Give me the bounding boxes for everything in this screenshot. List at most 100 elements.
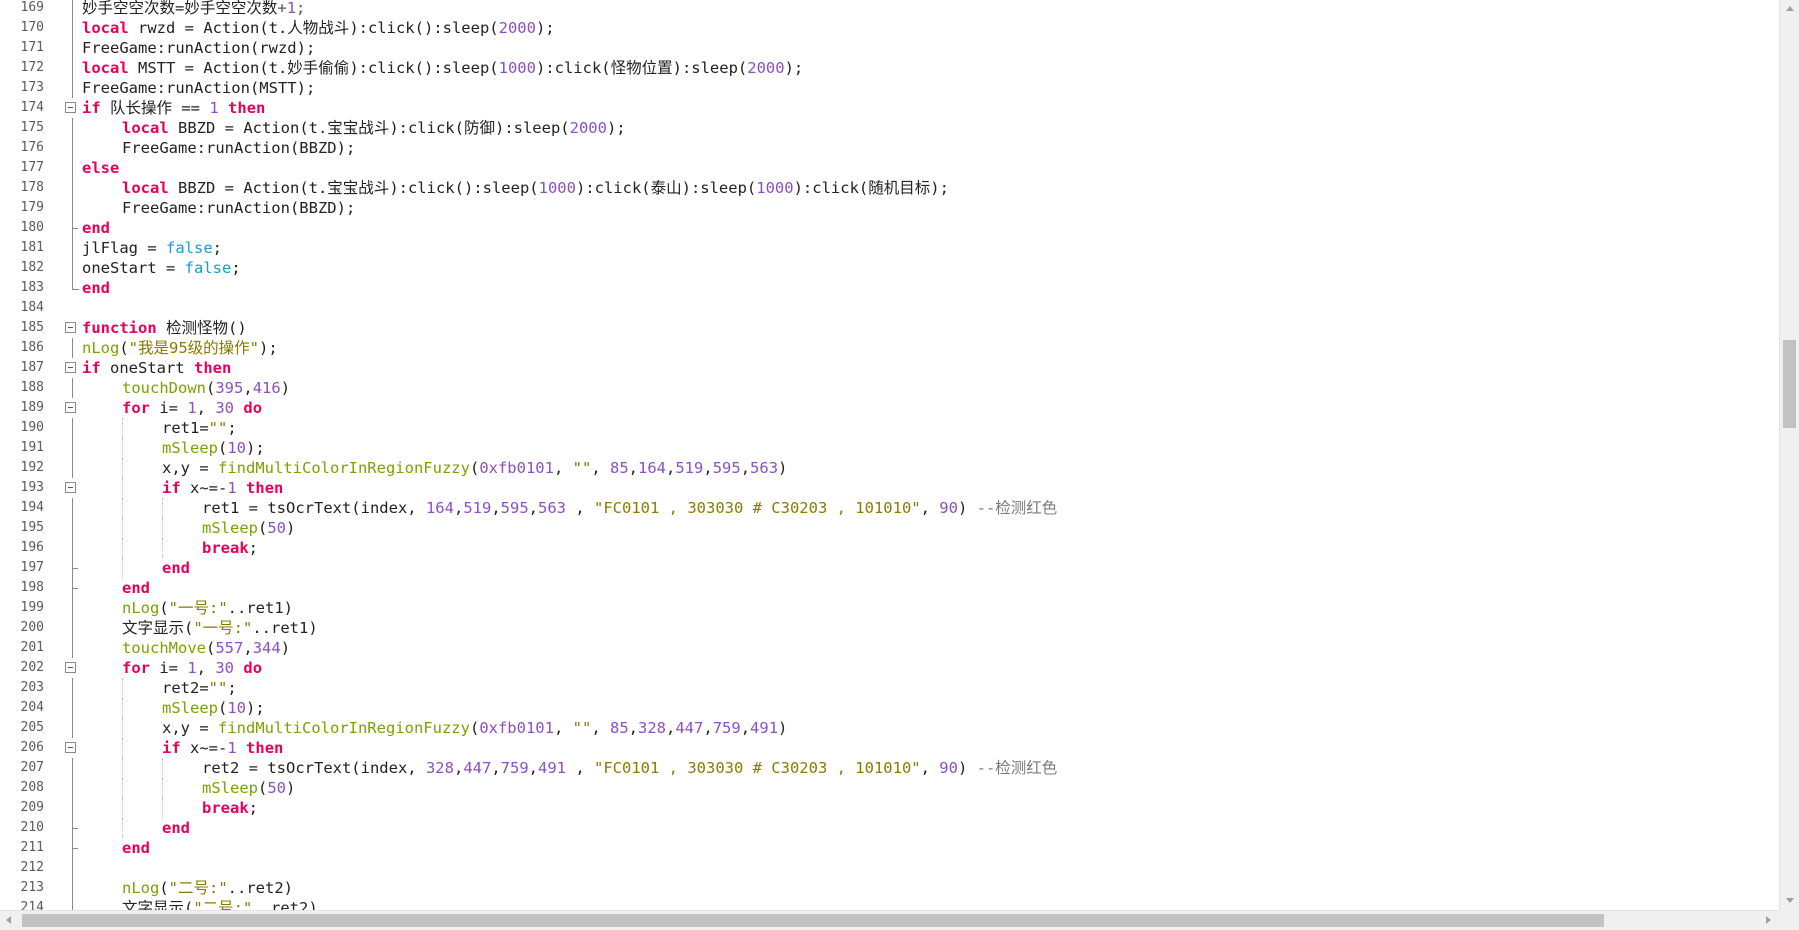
code-line[interactable]: 200 文字显示("一号:"..ret1) <box>0 618 1779 638</box>
code-line[interactable]: 196 break; <box>0 538 1779 558</box>
code-text[interactable]: touchMove(557,344) <box>122 638 290 658</box>
code-line[interactable]: 187 if oneStart then <box>0 358 1779 378</box>
code-line[interactable]: 211 end <box>0 838 1779 858</box>
code-text[interactable]: 文字显示("二号:"..ret2) <box>122 898 318 910</box>
code-text[interactable]: nLog("我是95级的操作"); <box>82 338 278 358</box>
code-line[interactable]: 206 if x~=-1 then <box>0 738 1779 758</box>
arrow-down-icon[interactable] <box>1786 898 1794 903</box>
code-line[interactable]: 179 FreeGame:runAction(BBZD); <box>0 198 1779 218</box>
code-text[interactable]: 文字显示("一号:"..ret1) <box>122 618 318 638</box>
arrow-up-icon[interactable] <box>1786 6 1794 11</box>
code-line[interactable]: 180 end <box>0 218 1779 238</box>
code-text[interactable]: x,y = findMultiColorInRegionFuzzy(0xfb01… <box>162 718 787 738</box>
code-line[interactable]: 208 mSleep(50) <box>0 778 1779 798</box>
code-line[interactable]: 183 end <box>0 278 1779 298</box>
code-line[interactable]: 182 oneStart = false; <box>0 258 1779 278</box>
code-line[interactable]: 188 touchDown(395,416) <box>0 378 1779 398</box>
code-line[interactable]: 207 ret2 = tsOcrText(index, 328,447,759,4… <box>0 758 1779 778</box>
code-text[interactable]: FreeGame:runAction(rwzd); <box>82 38 315 58</box>
code-text[interactable]: touchDown(395,416) <box>122 378 290 398</box>
code-line[interactable]: 203 ret2=""; <box>0 678 1779 698</box>
code-line[interactable]: 193 if x~=-1 then <box>0 478 1779 498</box>
code-line[interactable]: 195 mSleep(50) <box>0 518 1779 538</box>
code-text[interactable]: nLog("二号:"..ret2) <box>122 878 293 898</box>
code-text[interactable]: end <box>82 218 110 238</box>
code-text[interactable]: local rwzd = Action(t.人物战斗):click():slee… <box>82 18 555 38</box>
code-line[interactable]: 214 文字显示("二号:"..ret2) <box>0 898 1779 910</box>
code-text[interactable]: break; <box>202 798 258 818</box>
code-text[interactable]: for i= 1, 30 do <box>122 658 262 678</box>
arrow-left-icon[interactable] <box>6 916 11 924</box>
code-text[interactable]: if 队长操作 == 1 then <box>82 98 265 118</box>
code-text[interactable]: jlFlag = false; <box>82 238 222 258</box>
code-text[interactable]: nLog("一号:"..ret1) <box>122 598 293 618</box>
code-line[interactable]: 198 end <box>0 578 1779 598</box>
code-line[interactable]: 189 for i= 1, 30 do <box>0 398 1779 418</box>
code-text[interactable]: local BBZD = Action(t.宝宝战斗):click(防御):sl… <box>122 118 626 138</box>
code-line[interactable]: 169 妙手空空次数=妙手空空次数+1; <box>0 0 1779 18</box>
code-text[interactable]: ret2 = tsOcrText(index, 328,447,759,491 … <box>202 758 1057 778</box>
horizontal-scrollbar[interactable] <box>0 910 1779 930</box>
code-line[interactable]: 176 FreeGame:runAction(BBZD); <box>0 138 1779 158</box>
code-line[interactable]: 209 break; <box>0 798 1779 818</box>
code-text[interactable]: FreeGame:runAction(BBZD); <box>122 198 355 218</box>
code-line[interactable]: 173 FreeGame:runAction(MSTT); <box>0 78 1779 98</box>
code-text[interactable]: break; <box>202 538 258 558</box>
code-line[interactable]: 199 nLog("一号:"..ret1) <box>0 598 1779 618</box>
code-text[interactable]: oneStart = false; <box>82 258 241 278</box>
fold-toggle-icon[interactable] <box>65 482 76 493</box>
vertical-scrollbar[interactable] <box>1779 0 1799 910</box>
fold-toggle-icon[interactable] <box>65 362 76 373</box>
code-text[interactable]: ret1 = tsOcrText(index, 164,519,595,563 … <box>202 498 1057 518</box>
code-line[interactable]: 175 local BBZD = Action(t.宝宝战斗):click(防御)… <box>0 118 1779 138</box>
code-text[interactable]: mSleep(10); <box>162 698 265 718</box>
code-line[interactable]: 178 local BBZD = Action(t.宝宝战斗):click():s… <box>0 178 1779 198</box>
arrow-right-icon[interactable] <box>1766 916 1771 924</box>
code-text[interactable]: for i= 1, 30 do <box>122 398 262 418</box>
code-line[interactable]: 202 for i= 1, 30 do <box>0 658 1779 678</box>
code-text[interactable]: mSleep(10); <box>162 438 265 458</box>
code-line[interactable]: 185 function 检测怪物() <box>0 318 1779 338</box>
code-line[interactable]: 190 ret1=""; <box>0 418 1779 438</box>
code-text[interactable]: else <box>82 158 119 178</box>
code-line[interactable]: 172 local MSTT = Action(t.妙手偷偷):click():s… <box>0 58 1779 78</box>
code-line[interactable]: 213 nLog("二号:"..ret2) <box>0 878 1779 898</box>
code-text[interactable]: end <box>122 578 150 598</box>
code-text[interactable]: FreeGame:runAction(BBZD); <box>122 138 355 158</box>
code-line[interactable]: 201 touchMove(557,344) <box>0 638 1779 658</box>
code-line[interactable]: 192 x,y = findMultiColorInRegionFuzzy(0xf… <box>0 458 1779 478</box>
fold-toggle-icon[interactable] <box>65 102 76 113</box>
code-line[interactable]: 177 else <box>0 158 1779 178</box>
vertical-scroll-thumb[interactable] <box>1783 340 1796 428</box>
code-text[interactable]: ret1=""; <box>162 418 237 438</box>
code-text[interactable]: x,y = findMultiColorInRegionFuzzy(0xfb01… <box>162 458 787 478</box>
fold-toggle-icon[interactable] <box>65 322 76 333</box>
code-line[interactable]: 186 nLog("我是95级的操作"); <box>0 338 1779 358</box>
code-text[interactable]: end <box>122 838 150 858</box>
code-line[interactable]: 204 mSleep(10); <box>0 698 1779 718</box>
fold-toggle-icon[interactable] <box>65 742 76 753</box>
code-text[interactable]: local MSTT = Action(t.妙手偷偷):click():slee… <box>82 58 803 78</box>
code-line[interactable]: 194 ret1 = tsOcrText(index, 164,519,595,5… <box>0 498 1779 518</box>
code-line[interactable]: 197 end <box>0 558 1779 578</box>
code-text[interactable]: 妙手空空次数=妙手空空次数+1; <box>82 0 305 18</box>
code-line[interactable]: 171 FreeGame:runAction(rwzd); <box>0 38 1779 58</box>
code-text[interactable]: function 检测怪物() <box>82 318 247 338</box>
fold-toggle-icon[interactable] <box>65 402 76 413</box>
code-editor[interactable]: 169 妙手空空次数=妙手空空次数+1; 170 local rwzd = Actio… <box>0 0 1779 910</box>
code-text[interactable]: end <box>162 818 190 838</box>
code-text[interactable]: mSleep(50) <box>202 518 295 538</box>
code-text[interactable]: local BBZD = Action(t.宝宝战斗):click():slee… <box>122 178 949 198</box>
fold-toggle-icon[interactable] <box>65 662 76 673</box>
code-line[interactable]: 181 jlFlag = false; <box>0 238 1779 258</box>
code-line[interactable]: 210 end <box>0 818 1779 838</box>
code-text[interactable]: end <box>162 558 190 578</box>
code-text[interactable]: FreeGame:runAction(MSTT); <box>82 78 315 98</box>
code-line[interactable]: 212 <box>0 858 1779 878</box>
code-line[interactable]: 184 <box>0 298 1779 318</box>
horizontal-scroll-thumb[interactable] <box>22 914 1604 927</box>
code-line[interactable]: 170 local rwzd = Action(t.人物战斗):click():s… <box>0 18 1779 38</box>
code-line[interactable]: 191 mSleep(10); <box>0 438 1779 458</box>
code-line[interactable]: 174 if 队长操作 == 1 then <box>0 98 1779 118</box>
code-line[interactable]: 205 x,y = findMultiColorInRegionFuzzy(0xf… <box>0 718 1779 738</box>
